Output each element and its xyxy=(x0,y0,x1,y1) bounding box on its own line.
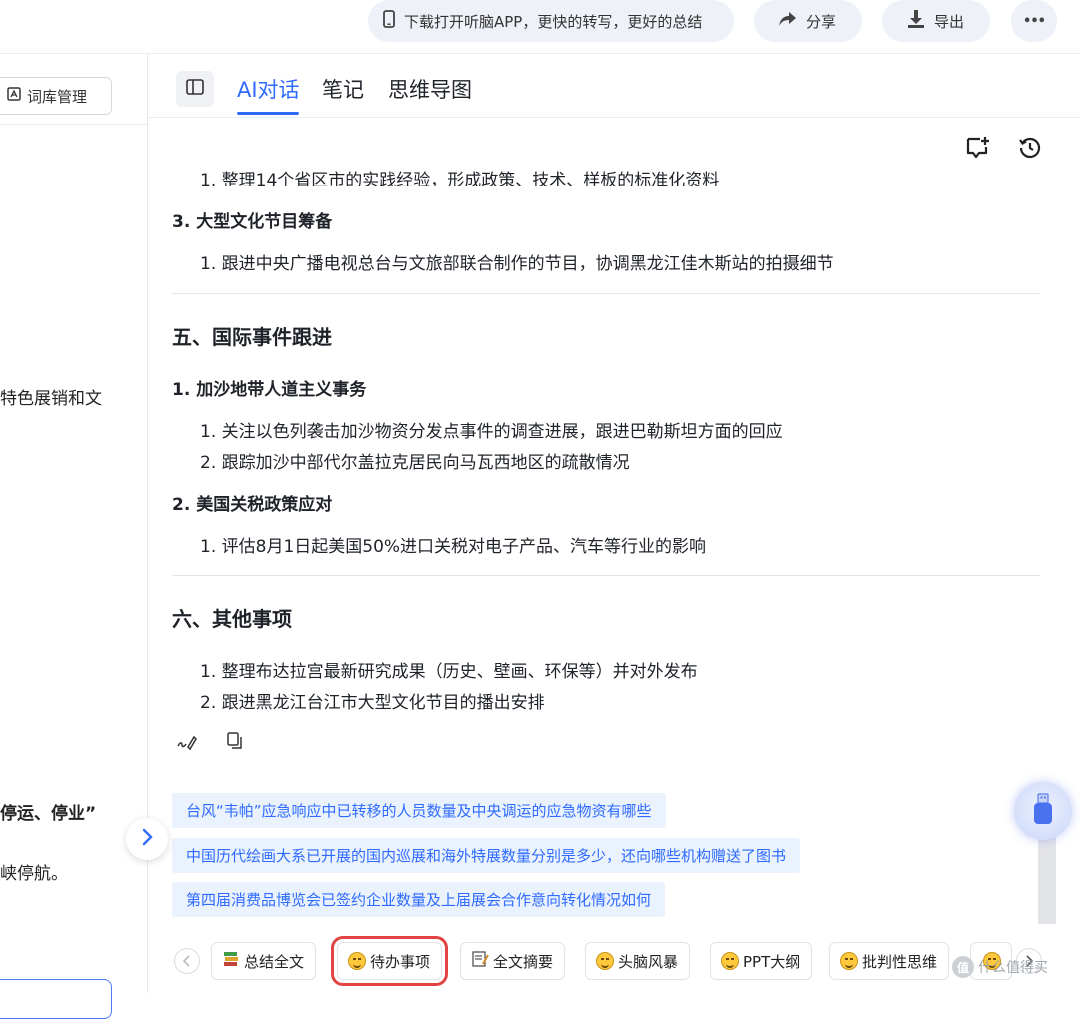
usb-drive-icon xyxy=(1030,792,1056,830)
chapter-heading: 五、国际事件跟进 xyxy=(172,325,332,349)
chip-label: PPT大纲 xyxy=(743,952,801,971)
grin-emoji-icon xyxy=(721,952,739,970)
chip-brainstorm[interactable]: 头脑风暴 xyxy=(585,942,691,980)
watermark-text: 什么值得买 xyxy=(978,960,1048,976)
scroll-left-button[interactable] xyxy=(174,948,200,974)
chip-critical-thinking[interactable]: 批判性思维 xyxy=(829,942,950,980)
active-tab-indicator xyxy=(237,112,299,115)
clipped-list-item: 1. 整理14个省区市的实践经验，形成政策、技术、样板的标准化资料 xyxy=(172,168,1032,186)
edit-icon xyxy=(176,735,198,757)
export-button[interactable]: 导出 xyxy=(882,0,990,42)
floating-assistant-button[interactable] xyxy=(1014,782,1072,840)
sidebar-divider xyxy=(0,124,148,125)
lexicon-management-button[interactable]: 词库管理 xyxy=(0,77,112,115)
tab-ai-chat[interactable]: AI对话 xyxy=(237,74,300,104)
chapter-heading: 六、其他事项 xyxy=(172,607,292,631)
list-item-text: 1. 整理14个省区市的实践经验，形成政策、技术、样板的标准化资料 xyxy=(200,171,720,186)
history-icon xyxy=(1018,136,1042,164)
suggested-question[interactable]: 中国历代绘画大系已开展的国内巡展和海外特展数量分别是多少，还向哪些机构赠送了图书 xyxy=(172,838,801,873)
chevron-left-icon xyxy=(182,952,191,971)
copy-button[interactable] xyxy=(225,731,247,753)
tab-notes[interactable]: 笔记 xyxy=(322,74,364,104)
more-icon: ••• xyxy=(1023,13,1046,29)
share-label: 分享 xyxy=(806,12,837,31)
edit-button[interactable] xyxy=(176,731,198,753)
scrollbar[interactable] xyxy=(1038,832,1056,924)
download-app-label: 下载打开听脑APP，更快的转写，更好的总结 xyxy=(404,12,703,31)
lexicon-label: 词库管理 xyxy=(27,87,88,106)
lexicon-icon xyxy=(7,87,21,105)
grin-emoji-icon xyxy=(596,952,614,970)
section-heading: 1. 加沙地带人道主义事务 xyxy=(172,380,367,400)
chevron-right-icon xyxy=(141,828,153,850)
download-app-button[interactable]: 下载打开听脑APP，更快的转写，更好的总结 xyxy=(368,0,734,42)
chip-label: 全文摘要 xyxy=(493,952,554,971)
tab-bar: AI对话 笔记 思维导图 xyxy=(148,54,1080,118)
sidebar-toggle-icon xyxy=(186,79,204,99)
books-icon xyxy=(222,950,240,972)
section-divider xyxy=(172,293,1040,294)
section-divider xyxy=(172,575,1040,576)
sidebar-input[interactable] xyxy=(0,979,112,1019)
chip-summarize-full[interactable]: 总结全文 xyxy=(211,942,317,980)
suggested-question[interactable]: 台风“韦帕”应急响应中已转移的人员数量及中央调运的应急物资有哪些 xyxy=(172,793,666,828)
transcript-sidebar: 词库管理 特色展销和文 停运、停业” 峡停航。 xyxy=(0,54,148,1019)
chip-todo-items[interactable]: 待办事项 xyxy=(330,936,449,986)
phone-icon xyxy=(382,10,396,32)
chip-label: 头脑风暴 xyxy=(618,952,679,971)
section-heading: 2. 美国关税政策应对 xyxy=(172,495,333,515)
chip-full-summary[interactable]: 全文摘要 xyxy=(460,942,566,980)
section-heading: 3. 大型文化节目筹备 xyxy=(172,212,333,232)
history-button[interactable] xyxy=(1016,136,1044,164)
memo-icon xyxy=(471,950,489,972)
list-item: 2. 跟踪加沙中部代尔盖拉克居民向马瓦西地区的疏散情况 xyxy=(200,453,630,473)
download-icon xyxy=(906,9,926,33)
list-item: 1. 评估8月1日起美国50%进口关税对电子产品、汽车等行业的影响 xyxy=(200,537,707,557)
quick-action-bar: 总结全文 待办事项 全文摘要 头脑风暴 PPT大纲 批判性思维 xyxy=(172,936,1080,986)
list-item: 1. 关注以色列袭击加沙物资分发点事件的调查进展，跟进巴勒斯坦方面的回应 xyxy=(200,422,783,442)
share-arrow-icon xyxy=(778,10,798,32)
more-options-button[interactable]: ••• xyxy=(1011,0,1057,42)
transcript-fragment: 峡停航。 xyxy=(0,864,68,884)
chip-label: 待办事项 xyxy=(370,952,431,971)
copy-icon xyxy=(225,732,245,755)
toggle-sidebar-button[interactable] xyxy=(176,71,214,107)
suggested-question[interactable]: 第四届消费品博览会已签约企业数量及上届展会合作意向转化情况如何 xyxy=(172,882,666,917)
watermark-logo: 值 xyxy=(952,956,974,978)
grin-emoji-icon xyxy=(840,952,858,970)
site-watermark: 值 什么值得买 xyxy=(952,956,1048,978)
chip-label: 批判性思维 xyxy=(862,952,938,971)
list-item: 1. 整理布达拉宫最新研究成果（历史、壁画、环保等）并对外发布 xyxy=(200,662,698,682)
transcript-fragment: 特色展销和文 xyxy=(0,389,102,409)
list-item: 1. 跟进中央广播电视总台与文旅部联合制作的节目，协调黑龙江佳木斯站的拍摄细节 xyxy=(200,254,834,274)
chip-label: 总结全文 xyxy=(244,952,305,971)
transcript-fragment: 停运、停业” xyxy=(0,804,97,824)
chip-ppt-outline[interactable]: PPT大纲 xyxy=(710,942,813,980)
export-label: 导出 xyxy=(934,12,965,31)
grin-emoji-icon xyxy=(348,952,366,970)
list-item: 2. 跟进黑龙江台江市大型文化节目的播出安排 xyxy=(200,693,545,713)
tab-mind-map[interactable]: 思维导图 xyxy=(388,74,472,104)
top-bar: 下载打开听脑APP，更快的转写，更好的总结 分享 导出 ••• xyxy=(0,0,1080,54)
new-chat-button[interactable] xyxy=(964,136,992,164)
new-chat-icon xyxy=(965,136,991,164)
expand-panel-button[interactable] xyxy=(126,818,168,860)
share-button[interactable]: 分享 xyxy=(754,0,862,42)
